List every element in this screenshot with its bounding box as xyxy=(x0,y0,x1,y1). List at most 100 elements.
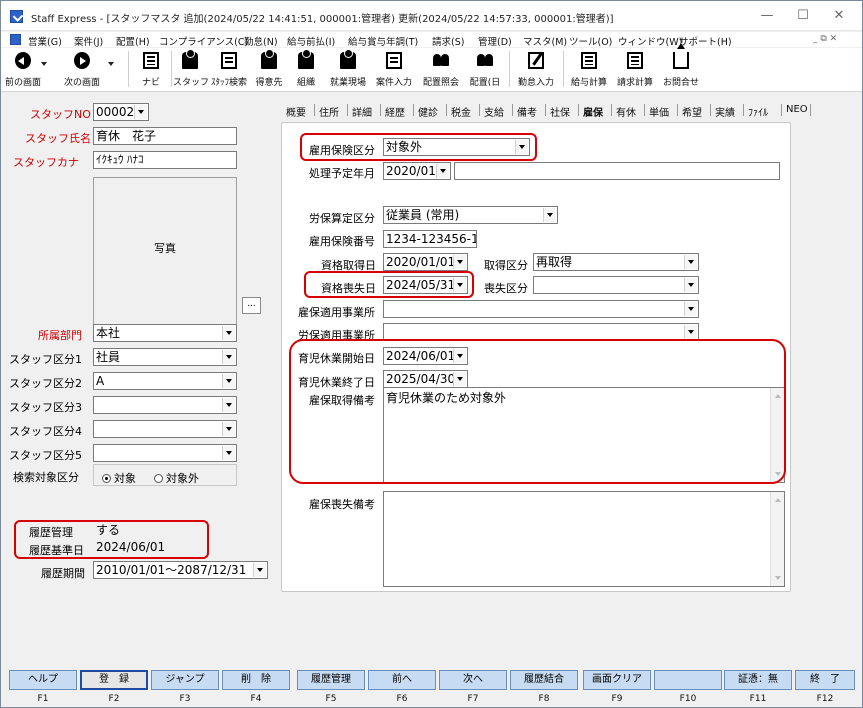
employ-office-select[interactable] xyxy=(383,300,699,318)
jump-button[interactable]: ジャンプ xyxy=(151,670,219,690)
radio-target[interactable]: 対象 xyxy=(102,470,136,486)
tab-files[interactable]: ﾌｧｲﾙ xyxy=(748,104,768,119)
tab-employment-insurance[interactable]: 雇保 xyxy=(583,104,603,119)
menu-compliance[interactable]: コンプライアンス(C) xyxy=(159,34,248,48)
menu-admin[interactable]: 管理(D) xyxy=(478,34,512,48)
toolbar-organization-button[interactable]: 組織 xyxy=(289,48,323,90)
menu-support[interactable]: サポート(H) xyxy=(679,34,732,48)
toolbar-navi-button[interactable]: ナビ xyxy=(135,48,167,90)
tab-preference[interactable]: 希望 xyxy=(682,104,702,119)
process-month-select[interactable]: 2020/01 xyxy=(383,162,451,180)
tab-unit-price[interactable]: 単価 xyxy=(649,104,669,119)
menu-projects[interactable]: 案件(J) xyxy=(74,34,103,48)
acquire-class-select[interactable]: 再取得 xyxy=(533,253,699,271)
menu-advance-pay[interactable]: 給与前払(I) xyxy=(287,34,335,48)
toolbar-forward-button[interactable]: 次の画面 xyxy=(59,48,114,90)
tab-tax[interactable]: 税金 xyxy=(451,104,471,119)
chevron-down-icon[interactable] xyxy=(222,374,235,388)
mdi-child-icon[interactable] xyxy=(10,34,21,45)
chevron-down-icon[interactable] xyxy=(543,208,556,222)
toolbar-worksite-button[interactable]: 就業現場 xyxy=(325,48,371,90)
register-button[interactable]: 登 録 xyxy=(80,670,148,690)
chevron-down-icon[interactable] xyxy=(684,302,697,316)
chevron-down-icon[interactable] xyxy=(222,326,235,340)
history-merge-button[interactable]: 履歴結合 xyxy=(510,670,578,690)
f10-button[interactable] xyxy=(654,670,722,690)
chevron-down-icon[interactable] xyxy=(453,255,466,269)
previous-button[interactable]: 前へ xyxy=(368,670,436,690)
class5-select[interactable] xyxy=(93,444,237,462)
chevron-down-icon[interactable] xyxy=(684,278,697,292)
menu-attendance[interactable]: 勤怠(N) xyxy=(244,34,278,48)
process-month-note-input[interactable] xyxy=(454,162,780,180)
staff-no-select[interactable]: 000026 xyxy=(93,103,149,121)
toolbar-project-input-button[interactable]: 案件入力 xyxy=(371,48,417,90)
toolbar-back-button[interactable]: 前の画面 xyxy=(3,48,47,90)
tab-career[interactable]: 経歴 xyxy=(385,104,405,119)
chevron-down-icon[interactable] xyxy=(222,398,235,412)
menu-billing[interactable]: 請求(S) xyxy=(432,34,464,48)
toolbar-billing-button[interactable]: 請求計算 xyxy=(612,48,658,90)
menu-master[interactable]: マスタ(M) xyxy=(523,34,567,48)
tab-payment[interactable]: 支給 xyxy=(484,104,504,119)
toolbar-payroll-button[interactable]: 給与計算 xyxy=(566,48,612,90)
chevron-down-icon[interactable] xyxy=(436,164,449,178)
class2-select[interactable]: A xyxy=(93,372,237,390)
radio-non-target[interactable]: 対象外 xyxy=(154,470,199,486)
exit-button[interactable]: 終 了 xyxy=(795,670,855,690)
chevron-down-icon[interactable] xyxy=(222,350,235,364)
chevron-down-icon[interactable] xyxy=(41,62,47,66)
minimize-button[interactable]: — xyxy=(749,5,785,27)
tab-notes[interactable]: 備考 xyxy=(517,104,537,119)
clear-screen-button[interactable]: 画面クリア xyxy=(583,670,651,690)
toolbar-inquiry-button[interactable]: お問合せ xyxy=(658,43,704,90)
toolbar-attendance-input-button[interactable]: 勤怠入力 xyxy=(513,48,559,90)
labor-class-select[interactable]: 従業員 (常用) xyxy=(383,206,558,224)
mdi-window-controls[interactable]: _ ⧉ ✕ xyxy=(813,34,837,44)
history-period-select[interactable]: 2010/01/01～2087/12/31 xyxy=(93,561,268,579)
toolbar-staff-button[interactable]: スタッフ xyxy=(173,48,209,90)
chevron-down-icon[interactable] xyxy=(134,105,147,119)
delete-button[interactable]: 削 除 xyxy=(222,670,290,690)
tab-results[interactable]: 実績 xyxy=(715,104,735,119)
chevron-down-icon[interactable] xyxy=(108,62,114,66)
class1-select[interactable]: 社員 xyxy=(93,348,237,366)
chevron-down-icon[interactable] xyxy=(222,446,235,460)
tab-health[interactable]: 健診 xyxy=(418,104,438,119)
menu-window[interactable]: ウィンドウ(W) xyxy=(618,34,682,48)
staff-name-input[interactable]: 育休 花子 xyxy=(93,127,237,145)
tab-detail[interactable]: 詳細 xyxy=(352,104,372,119)
toolbar-placement-inquiry-button[interactable]: 配置照会 xyxy=(418,48,464,90)
class3-select[interactable] xyxy=(93,396,237,414)
menu-tools[interactable]: ツール(O) xyxy=(569,34,612,48)
tab-paid-leave[interactable]: 有休 xyxy=(616,104,636,119)
loss-class-select[interactable] xyxy=(533,276,699,294)
maximize-button[interactable]: ☐ xyxy=(785,5,821,27)
loss-note-scrollbar[interactable] xyxy=(770,492,784,586)
chevron-down-icon[interactable] xyxy=(684,255,697,269)
close-button[interactable]: ✕ xyxy=(821,5,857,27)
photo-area[interactable]: 写真 xyxy=(93,177,237,342)
loss-note-textarea[interactable] xyxy=(383,491,785,587)
acquire-date-select[interactable]: 2020/01/01 xyxy=(383,253,468,271)
menu-placement[interactable]: 配置(H) xyxy=(116,34,150,48)
photo-browse-button[interactable]: ... xyxy=(242,297,261,314)
help-button[interactable]: ヘルプ xyxy=(9,670,77,690)
insurance-no-input[interactable]: 1234-123456-1 xyxy=(383,230,477,248)
next-button[interactable]: 次へ xyxy=(439,670,507,690)
class4-select[interactable] xyxy=(93,420,237,438)
toolbar-customer-button[interactable]: 得意先 xyxy=(251,48,287,90)
evidence-button[interactable]: 証憑：無 xyxy=(724,670,792,690)
chevron-down-icon[interactable] xyxy=(253,563,266,577)
tab-neo[interactable]: NEO xyxy=(786,104,808,115)
chevron-down-icon[interactable] xyxy=(684,325,697,339)
tab-address[interactable]: 住所 xyxy=(319,104,339,119)
history-manage-button[interactable]: 履歴管理 xyxy=(297,670,365,690)
tab-social-insurance[interactable]: 社保 xyxy=(550,104,570,119)
toolbar-placement-daily-button[interactable]: 配置(日 xyxy=(465,48,505,90)
tab-overview[interactable]: 概要 xyxy=(286,104,306,119)
staff-kana-input[interactable]: ｲｸｷｭｳ ﾊﾅｺ xyxy=(93,151,237,169)
menu-payroll[interactable]: 給与賞与年調(T) xyxy=(348,34,418,48)
menu-sales[interactable]: 営業(G) xyxy=(28,34,62,48)
dept-select[interactable]: 本社 xyxy=(93,324,237,342)
